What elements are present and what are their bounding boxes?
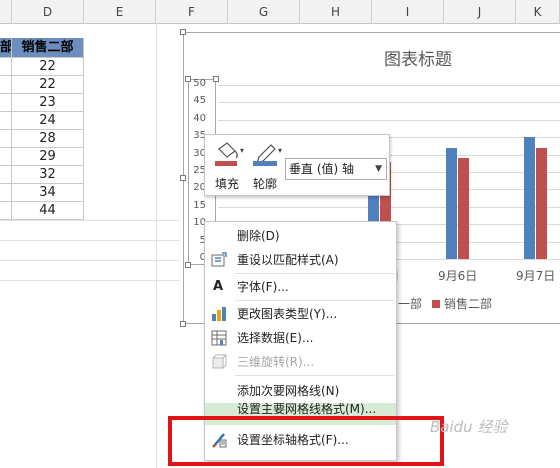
menu-item-label: 删除(D) [237,229,280,243]
menu-item-select-data[interactable]: 选择数据(E)... [205,326,396,350]
gridline [218,102,560,104]
y-tick-label: 40 [193,112,206,124]
chart-resize-handle[interactable] [180,29,186,35]
menu-item-label: 添加次要网格线(N) [237,384,340,398]
menu-item-label: 字体(F)... [237,280,289,294]
table-header-cell[interactable]: 销售二部 [12,38,84,58]
menu-separator [235,273,395,274]
menu-separator [235,300,395,301]
legend-label: 销售二部 [444,297,493,311]
fill-button[interactable]: ▾ 填充 [213,139,245,195]
column-header-c[interactable] [0,0,12,24]
table-cell[interactable]: 32 [12,166,84,184]
gridline [0,220,180,221]
table-cell[interactable] [0,184,12,202]
highlight-annotation [168,416,444,466]
table-cell[interactable] [0,166,12,184]
table-cell[interactable] [0,58,12,76]
table-cell[interactable]: 29 [12,148,84,166]
chevron-down-icon: ▼ [375,164,382,174]
menu-item-reset-style[interactable]: 重设以匹配样式(A) [205,248,396,272]
x-tick-label: 9月7日 [516,269,556,283]
mini-toolbar: ▾ 填充 ▾ 轮廓 垂直 (值) 轴 ▼ [204,134,390,196]
fill-label: 填充 [215,177,240,191]
menu-item-label: 选择数据(E)... [237,331,314,345]
table-cell[interactable]: 22 [12,58,84,76]
watermark: Baidu 经验 [430,418,508,436]
y-tick-label: 45 [193,95,206,107]
reset-style-icon [211,252,227,267]
axis-resize-handle[interactable] [185,76,191,82]
menu-item-font[interactable]: A 字体(F)... [205,275,396,299]
chart-element-select[interactable]: 垂直 (值) 轴 ▼ [285,158,387,180]
bar[interactable] [536,147,547,259]
table-cell[interactable]: 23 [12,94,84,112]
gridline [0,280,180,281]
gridline [218,85,560,86]
menu-item-label: 三维旋转(R)... [237,355,315,369]
column-header-i[interactable]: I [372,0,444,24]
menu-item-add-minor-gridlines[interactable]: 添加次要网格线(N) [205,379,396,403]
gridline [218,119,560,121]
menu-item-3d-rotation[interactable]: 三维旋转(R)... [205,350,396,374]
table-cell[interactable] [0,202,12,220]
pen-icon: ▾ [253,144,282,166]
gridline [156,24,157,468]
menu-item-label: 重设以匹配样式(A) [237,253,339,267]
column-header-k[interactable]: K [516,0,560,24]
column-header-f[interactable]: F [156,0,228,24]
outline-button[interactable]: ▾ 轮廓 [251,139,285,195]
menu-item-change-chart-type[interactable]: 更改图表类型(Y)... [205,302,396,326]
table-cell[interactable] [0,94,12,112]
outline-label: 轮廓 [253,177,278,191]
column-header-g[interactable]: G [228,0,300,24]
gridline [0,260,180,261]
menu-item-label: 更改图表类型(Y)... [237,307,338,321]
column-header-e[interactable]: E [84,0,156,24]
column-header-h[interactable]: H [300,0,372,24]
table-cell[interactable] [0,112,12,130]
svg-text:▾: ▾ [278,146,282,155]
table-header-cell[interactable]: 部 [0,38,12,58]
gridline [0,240,180,241]
axis-resize-handle[interactable] [185,262,191,268]
menu-item-delete[interactable]: 删除(D) [205,224,396,248]
table-cell[interactable]: 28 [12,130,84,148]
table-cell[interactable]: 24 [12,112,84,130]
chart-title[interactable]: 图表标题 [384,45,452,70]
chart-type-icon [212,307,226,321]
rotate-3d-icon [212,354,227,369]
chart-element-select-value: 垂直 (值) 轴 [289,162,354,176]
table-cell[interactable]: 22 [12,76,84,94]
menu-separator [235,375,395,376]
legend-label: 一部 [398,297,423,311]
y-tick-label: 15 [193,199,206,211]
select-data-icon [211,330,227,346]
paint-bucket-icon: ▾ [215,142,244,166]
table-cell[interactable] [0,76,12,94]
chart-resize-handle[interactable] [180,175,186,181]
table-cell[interactable]: 44 [12,202,84,220]
bar[interactable] [524,137,535,259]
table-cell[interactable]: 34 [12,184,84,202]
bar[interactable] [458,158,469,259]
bar[interactable] [446,147,457,259]
legend-swatch [432,300,440,308]
column-header-j[interactable]: J [444,0,516,24]
table-cell[interactable] [0,130,12,148]
chart-resize-handle[interactable] [180,321,186,327]
svg-text:▾: ▾ [240,146,244,155]
x-tick-label: 9月6日 [438,269,478,283]
column-header-d[interactable]: D [12,0,84,24]
table-cell[interactable] [0,148,12,166]
font-icon: A [213,279,224,294]
axis-resize-handle[interactable] [213,76,219,82]
y-tick-label: 50 [193,78,206,89]
